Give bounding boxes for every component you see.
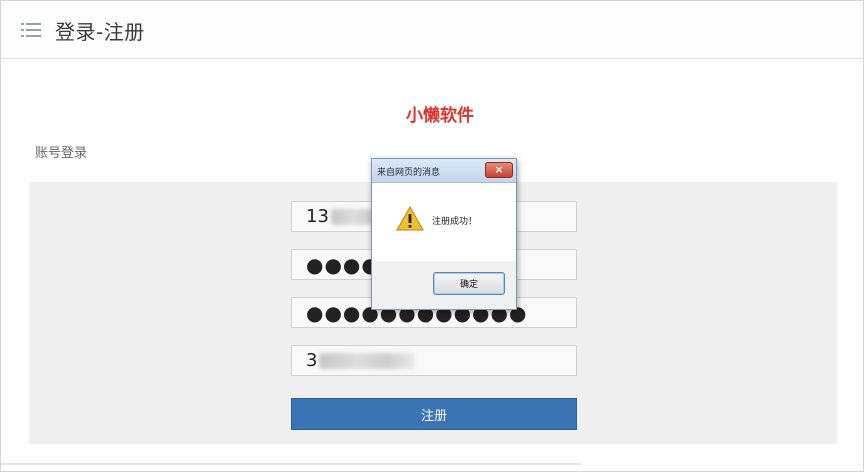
warning-icon bbox=[396, 206, 424, 231]
phone-input-value: 13 bbox=[306, 206, 329, 227]
header: 登录-注册 bbox=[1, 1, 863, 59]
blurred-text bbox=[319, 352, 416, 369]
verification-code-input-value: 3 bbox=[306, 350, 318, 371]
account-login-label: 账号登录 bbox=[35, 146, 88, 161]
register-button[interactable]: 注册 bbox=[291, 398, 577, 430]
dialog-message: 注册成功！ bbox=[432, 217, 478, 227]
app-window: 登录-注册 小懒软件 账号登录 13 ●●●●● ●●●●●●●●●●●● 3 … bbox=[0, 0, 864, 472]
close-icon[interactable]: × bbox=[485, 162, 513, 178]
hamburger-list-icon[interactable] bbox=[21, 22, 41, 38]
dialog-footer: 确定 bbox=[372, 261, 516, 309]
dialog-body: 注册成功！ bbox=[372, 184, 516, 261]
dialog-titlebar[interactable]: 来自网页的消息 × bbox=[372, 159, 516, 183]
verification-code-input[interactable]: 3 bbox=[291, 345, 577, 376]
divider bbox=[1, 463, 581, 465]
brand-title: 小懒软件 bbox=[406, 106, 474, 126]
dialog-title: 来自网页的消息 bbox=[377, 168, 441, 178]
alert-dialog: 来自网页的消息 × 注册成功！ 确定 bbox=[371, 158, 517, 310]
ok-button[interactable]: 确定 bbox=[433, 272, 505, 295]
page-title: 登录-注册 bbox=[55, 20, 145, 44]
